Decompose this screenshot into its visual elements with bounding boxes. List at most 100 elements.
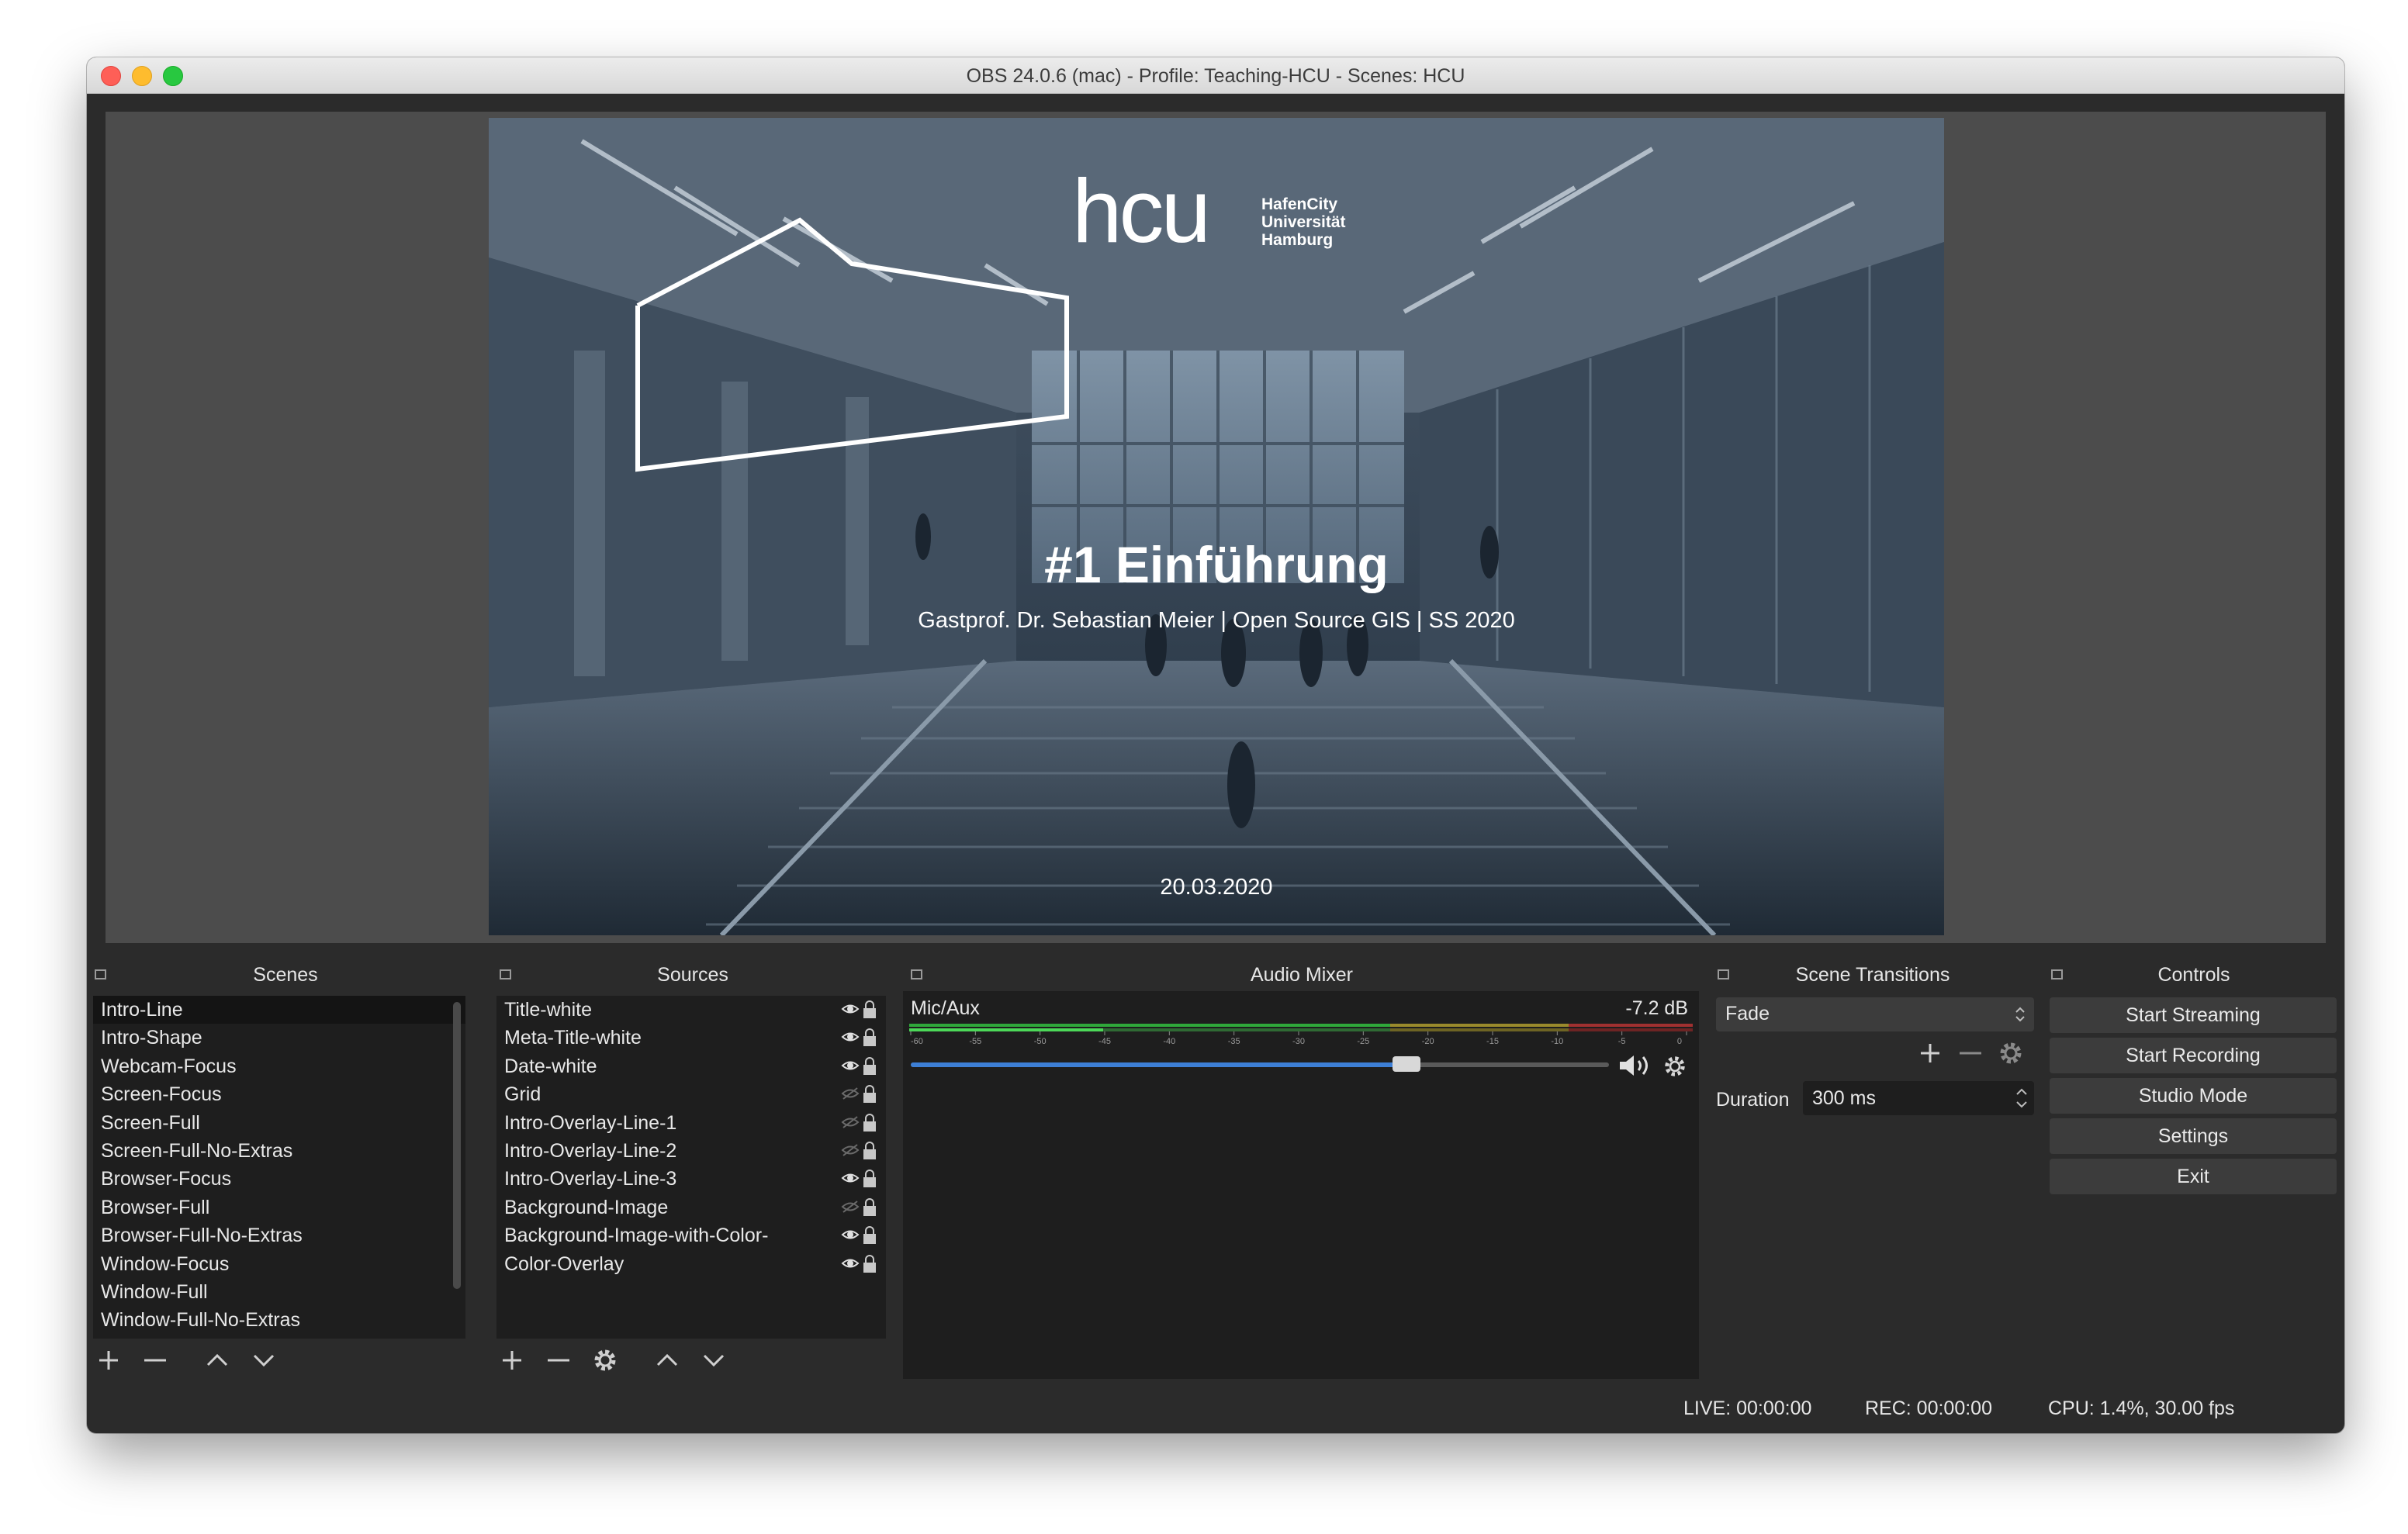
scene-item[interactable]: Intro-Line bbox=[93, 996, 465, 1024]
start-streaming-button[interactable]: Start Streaming bbox=[2050, 997, 2337, 1033]
move-source-up-button[interactable] bbox=[652, 1345, 683, 1376]
eye-icon bbox=[841, 1173, 860, 1183]
source-properties-button[interactable] bbox=[590, 1345, 621, 1376]
preview-area[interactable]: hcu HafenCity Universität Hamburg #1 Ein… bbox=[106, 112, 2326, 943]
remove-transition-button[interactable] bbox=[1955, 1038, 1986, 1069]
scene-item[interactable]: Intro-Shape bbox=[93, 1024, 465, 1052]
rec-status: REC: 00:00:00 bbox=[1865, 1398, 1992, 1419]
sources-header: Sources bbox=[657, 964, 728, 986]
arrow-down-icon bbox=[703, 1354, 725, 1367]
scene-item[interactable]: Screen-Full bbox=[93, 1109, 465, 1137]
duration-value: 300 ms bbox=[1812, 1087, 1876, 1109]
lock-icon bbox=[863, 1000, 876, 1018]
volume-slider-handle[interactable] bbox=[1393, 1056, 1420, 1072]
studio-mode-button[interactable]: Studio Mode bbox=[2050, 1078, 2337, 1114]
scene-item[interactable]: Webcam-Focus bbox=[93, 1052, 465, 1080]
minus-icon bbox=[1960, 1052, 1981, 1055]
obs-window: OBS 24.0.6 (mac) - Profile: Teaching-HCU… bbox=[87, 57, 2344, 1433]
meter-scale-label: -5 bbox=[1618, 1037, 1626, 1046]
transition-select[interactable]: Fade bbox=[1716, 997, 2034, 1031]
preview-canvas[interactable]: hcu HafenCity Universität Hamburg #1 Ein… bbox=[489, 118, 1944, 935]
source-item[interactable]: Color-Overlay bbox=[496, 1250, 886, 1278]
add-transition-button[interactable] bbox=[1915, 1038, 1946, 1069]
source-item[interactable]: Title-white bbox=[496, 996, 886, 1024]
lock-icon bbox=[863, 1254, 876, 1273]
eye-hidden-icon bbox=[841, 1144, 860, 1156]
meter-scale-label: -30 bbox=[1292, 1037, 1305, 1046]
lock-icon bbox=[863, 1226, 876, 1245]
scene-item[interactable]: Browser-Full-No-Extras bbox=[93, 1221, 465, 1249]
audio-mixer-header: Audio Mixer bbox=[1251, 964, 1353, 986]
source-label: Intro-Overlay-Line-3 bbox=[504, 1168, 677, 1190]
meter-scale-label: -35 bbox=[1228, 1037, 1240, 1046]
scene-item[interactable]: Browser-Focus bbox=[93, 1165, 465, 1193]
source-item[interactable]: Date-white bbox=[496, 1052, 886, 1080]
move-scene-down-button[interactable] bbox=[248, 1345, 279, 1376]
source-label: Title-white bbox=[504, 999, 592, 1021]
move-scene-up-button[interactable] bbox=[202, 1345, 233, 1376]
sources-toolbar bbox=[496, 1342, 886, 1377]
channel-name: Mic/Aux bbox=[911, 997, 980, 1019]
meter-scale-label: -20 bbox=[1422, 1037, 1434, 1046]
minus-icon bbox=[144, 1359, 166, 1362]
remove-source-button[interactable] bbox=[543, 1345, 574, 1376]
volume-fill bbox=[911, 1062, 1406, 1067]
arrow-up-icon bbox=[206, 1353, 228, 1366]
scene-transitions-dock: Scene Transitions Fade Duration 300 ms bbox=[1710, 962, 2036, 1380]
meter-scale-label: -40 bbox=[1163, 1037, 1175, 1046]
exit-button[interactable]: Exit bbox=[2050, 1159, 2337, 1194]
transition-select-value: Fade bbox=[1725, 1003, 1770, 1024]
meter-scale-label: -25 bbox=[1357, 1037, 1369, 1046]
scene-item[interactable]: Window-Full-No-Extras bbox=[93, 1306, 465, 1334]
add-scene-button[interactable] bbox=[93, 1345, 124, 1376]
source-item[interactable]: Background-Image-with-Color- bbox=[496, 1221, 886, 1249]
source-item[interactable]: Background-Image bbox=[496, 1194, 886, 1221]
source-label: Background-Image bbox=[504, 1196, 669, 1218]
source-label: Intro-Overlay-Line-2 bbox=[504, 1139, 677, 1162]
lock-icon bbox=[863, 1028, 876, 1047]
source-item[interactable]: Intro-Overlay-Line-1 bbox=[496, 1109, 886, 1137]
volume-meter: -60 -55 -50 -45 -40 -35 -30 -25 -20 -15 -10 -5 0 bbox=[909, 1024, 1693, 1046]
lock-icon bbox=[863, 1142, 876, 1159]
gear-icon bbox=[594, 1349, 616, 1371]
scene-item[interactable]: Window-Focus bbox=[93, 1250, 465, 1278]
eye-icon bbox=[841, 1230, 860, 1239]
scenes-list[interactable]: Intro-Line Intro-Shape Webcam-Focus Scre… bbox=[93, 996, 465, 1339]
remove-scene-button[interactable] bbox=[140, 1345, 171, 1376]
scene-item[interactable]: Screen-Focus bbox=[93, 1080, 465, 1108]
source-item[interactable]: Meta-Title-white bbox=[496, 1024, 886, 1052]
updown-chevron-icon bbox=[2016, 1088, 2027, 1108]
window-title: OBS 24.0.6 (mac) - Profile: Teaching-HCU… bbox=[966, 65, 1465, 87]
scenes-dock: Scenes Intro-Line Intro-Shape Webcam-Foc… bbox=[87, 962, 484, 1380]
lock-icon bbox=[863, 1056, 876, 1075]
source-item[interactable]: Intro-Overlay-Line-2 bbox=[496, 1137, 886, 1165]
add-source-button[interactable] bbox=[496, 1345, 528, 1376]
scene-transitions-header: Scene Transitions bbox=[1795, 964, 1950, 986]
volume-slider[interactable] bbox=[911, 1056, 1609, 1072]
settings-button[interactable]: Settings bbox=[2050, 1118, 2337, 1154]
scene-item[interactable]: Browser-Full bbox=[93, 1194, 465, 1221]
scene-item[interactable]: Window-Full bbox=[93, 1278, 465, 1306]
logo-line-2: Universität bbox=[1261, 213, 1346, 231]
speaker-icon[interactable] bbox=[1618, 1053, 1654, 1078]
source-item[interactable]: Grid bbox=[496, 1080, 886, 1108]
minus-icon bbox=[548, 1359, 569, 1362]
duration-spinbox[interactable]: 300 ms bbox=[1803, 1081, 2034, 1115]
meter-scale-label: -15 bbox=[1486, 1037, 1499, 1046]
eye-icon bbox=[841, 1061, 860, 1070]
lock-icon bbox=[863, 1170, 876, 1188]
plus-icon bbox=[99, 1351, 118, 1370]
gear-icon[interactable] bbox=[1662, 1053, 1688, 1080]
sources-list[interactable]: Title-white Meta-Title-white Date-white … bbox=[496, 996, 886, 1339]
source-item[interactable]: Intro-Overlay-Line-3 bbox=[496, 1165, 886, 1193]
meter-scale-label: -60 bbox=[911, 1037, 923, 1046]
scene-item[interactable]: Screen-Full-No-Extras bbox=[93, 1137, 465, 1165]
start-recording-button[interactable]: Start Recording bbox=[2050, 1038, 2337, 1073]
logo-line-3: Hamburg bbox=[1261, 231, 1334, 249]
sources-dock: Sources Title-white Meta-Title-white Dat… bbox=[492, 962, 894, 1380]
scenes-scrollbar[interactable] bbox=[453, 1002, 461, 1289]
source-label: Grid bbox=[504, 1083, 541, 1106]
move-source-down-button[interactable] bbox=[698, 1345, 729, 1376]
transition-properties-button[interactable] bbox=[1995, 1038, 2026, 1069]
meter-scale-label: -50 bbox=[1034, 1037, 1047, 1046]
